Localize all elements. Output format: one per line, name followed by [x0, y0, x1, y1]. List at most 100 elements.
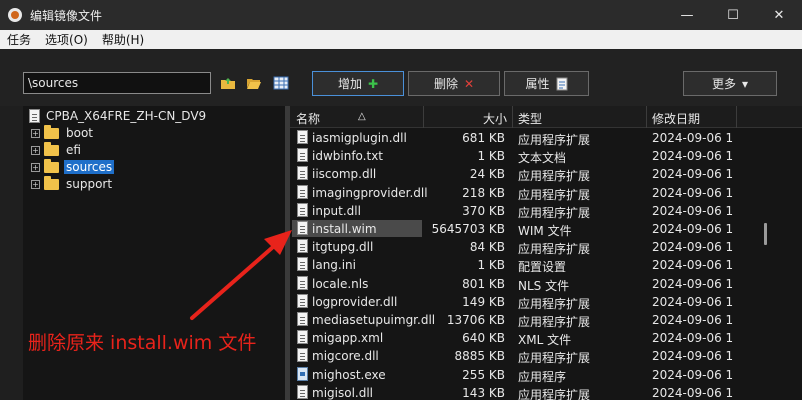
table-row[interactable]: logprovider.dll 149 KB 应用程序扩展 2024-09-06 1: [290, 293, 802, 311]
table-row[interactable]: migcore.dll 8885 KB 应用程序扩展 2024-09-06 1: [290, 347, 802, 365]
column-type[interactable]: 类型: [518, 110, 542, 127]
file-date: 2024-09-06 1: [652, 131, 734, 145]
file-icon: [297, 293, 308, 308]
file-name: mighost.exe: [312, 367, 386, 382]
file-icon: [297, 257, 308, 272]
file-icon: [297, 384, 308, 399]
folder-icon: [44, 175, 59, 190]
file-name: migcore.dll: [312, 349, 379, 364]
close-button[interactable]: ✕: [756, 0, 802, 30]
file-icon: [297, 202, 308, 217]
file-icon: [297, 366, 308, 381]
add-button[interactable]: 增加 ✚: [312, 71, 404, 96]
file-name: locale.nls: [312, 276, 369, 291]
tree-item-support[interactable]: + support: [31, 175, 114, 192]
annotation-text: 删除原来 install.wim 文件: [28, 332, 257, 354]
table-row[interactable]: iiscomp.dll 24 KB 应用程序扩展 2024-09-06 1: [290, 165, 802, 183]
table-row[interactable]: migapp.xml 640 KB XML 文件 2024-09-06 1: [290, 329, 802, 347]
table-row[interactable]: idwbinfo.txt 1 KB 文本文档 2024-09-06 1: [290, 147, 802, 165]
file-date: 2024-09-06 1: [652, 203, 734, 218]
table-row[interactable]: itgtupg.dll 84 KB 应用程序扩展 2024-09-06 1: [290, 238, 802, 256]
column-divider[interactable]: [423, 106, 424, 128]
menu-help[interactable]: 帮助(H): [95, 31, 151, 48]
properties-icon: [556, 77, 567, 90]
folder-tree: CPBA_X64FRE_ZH-CN_DV9 + boot + efi + sou…: [23, 106, 285, 400]
menu-bar: 任务 选项(O) 帮助(H): [0, 30, 802, 49]
expand-icon[interactable]: +: [31, 128, 40, 138]
file-size: 5645703 KB: [431, 222, 505, 236]
scrollbar-thumb[interactable]: [764, 223, 767, 245]
column-modified[interactable]: 修改日期: [652, 110, 700, 127]
delete-label: 删除: [433, 77, 458, 91]
table-row[interactable]: mighost.exe 255 KB 应用程序 2024-09-06 1: [290, 366, 802, 384]
file-date: 2024-09-06 1: [652, 185, 734, 200]
column-name[interactable]: 名称: [296, 110, 320, 127]
file-name: iiscomp.dll: [312, 167, 377, 182]
table-row[interactable]: lang.ini 1 KB 配置设置 2024-09-06 1: [290, 256, 802, 274]
column-divider[interactable]: [646, 106, 647, 128]
file-size: 143 KB: [462, 385, 505, 400]
file-date: 2024-09-06 1: [652, 367, 734, 382]
table-row[interactable]: input.dll 370 KB 应用程序扩展 2024-09-06 1: [290, 202, 802, 220]
file-icon: [297, 148, 308, 163]
file-size: 84 KB: [469, 240, 505, 255]
properties-button[interactable]: 属性: [504, 71, 589, 96]
file-icon: [297, 312, 308, 326]
file-size: 1 KB: [477, 258, 505, 273]
file-date: 2024-09-06 1: [652, 222, 734, 236]
menu-options[interactable]: 选项(O): [38, 31, 95, 48]
column-divider[interactable]: [736, 106, 737, 128]
file-icon: [297, 221, 308, 235]
minimize-button[interactable]: —: [664, 0, 710, 30]
file-date: 2024-09-06 1: [652, 385, 734, 400]
menu-task[interactable]: 任务: [0, 31, 38, 48]
table-row[interactable]: locale.nls 801 KB NLS 文件 2024-09-06 1: [290, 275, 802, 293]
grid-view-icon[interactable]: [273, 76, 289, 90]
table-row[interactable]: iasmigplugin.dll 681 KB 应用程序扩展 2024-09-06 1: [290, 129, 802, 147]
file-date: 2024-09-06 1: [652, 258, 734, 273]
delete-button[interactable]: 删除 ✕: [408, 71, 500, 96]
column-divider[interactable]: [512, 106, 513, 128]
file-type: 应用程序扩展: [518, 387, 591, 400]
expand-icon[interactable]: +: [31, 145, 40, 155]
file-size: 370 KB: [462, 203, 505, 218]
file-type: 配置设置: [518, 260, 567, 275]
list-header: 名称 △ 大小 类型 修改日期: [290, 106, 802, 128]
file-icon: [297, 239, 308, 254]
file-icon: [297, 184, 308, 199]
tree-item-sources[interactable]: + sources: [31, 158, 115, 175]
file-type: 应用程序扩展: [518, 133, 591, 147]
more-button[interactable]: 更多 ▾: [683, 71, 777, 96]
chevron-down-icon: ▾: [741, 76, 749, 91]
table-row[interactable]: mediasetupuimgr.dll 13706 KB 应用程序扩展 2024-09…: [290, 311, 802, 329]
folder-icon: [44, 124, 59, 139]
file-type: 应用程序扩展: [518, 169, 591, 184]
column-size[interactable]: 大小: [483, 110, 507, 127]
add-icon: ✚: [367, 76, 379, 91]
table-row[interactable]: imagingprovider.dll 218 KB 应用程序扩展 2024-09-0…: [290, 184, 802, 202]
file-icon: [297, 275, 308, 290]
tree-item-boot[interactable]: + boot: [31, 124, 95, 141]
expand-icon[interactable]: +: [31, 179, 40, 189]
file-date: 2024-09-06 1: [652, 294, 734, 309]
expand-icon[interactable]: +: [31, 162, 40, 172]
more-label: 更多: [711, 77, 736, 91]
maximize-button[interactable]: ☐: [710, 0, 756, 30]
table-row[interactable]: migisol.dll 143 KB 应用程序扩展 2024-09-06 1: [290, 384, 802, 400]
file-name: migisol.dll: [312, 385, 374, 400]
tree-item-label: sources: [64, 160, 115, 174]
folder-up-icon[interactable]: [220, 76, 236, 90]
file-date: 2024-09-06 1: [652, 331, 734, 346]
add-label: 增加: [337, 77, 362, 91]
tree-root[interactable]: CPBA_X64FRE_ZH-CN_DV9: [29, 109, 206, 123]
file-name: input.dll: [312, 203, 361, 218]
file-size: 1 KB: [477, 149, 505, 164]
open-folder-icon[interactable]: [246, 76, 262, 90]
file-size: 13706 KB: [446, 313, 505, 327]
tree-item-efi[interactable]: + efi: [31, 141, 83, 158]
tree-item-label: support: [66, 177, 113, 191]
file-icon: [297, 166, 308, 181]
tree-root-label: CPBA_X64FRE_ZH-CN_DV9: [46, 109, 207, 123]
path-input[interactable]: [23, 72, 211, 94]
table-row[interactable]: install.wim 5645703 KB WIM 文件 2024-09-06 1: [290, 220, 802, 238]
